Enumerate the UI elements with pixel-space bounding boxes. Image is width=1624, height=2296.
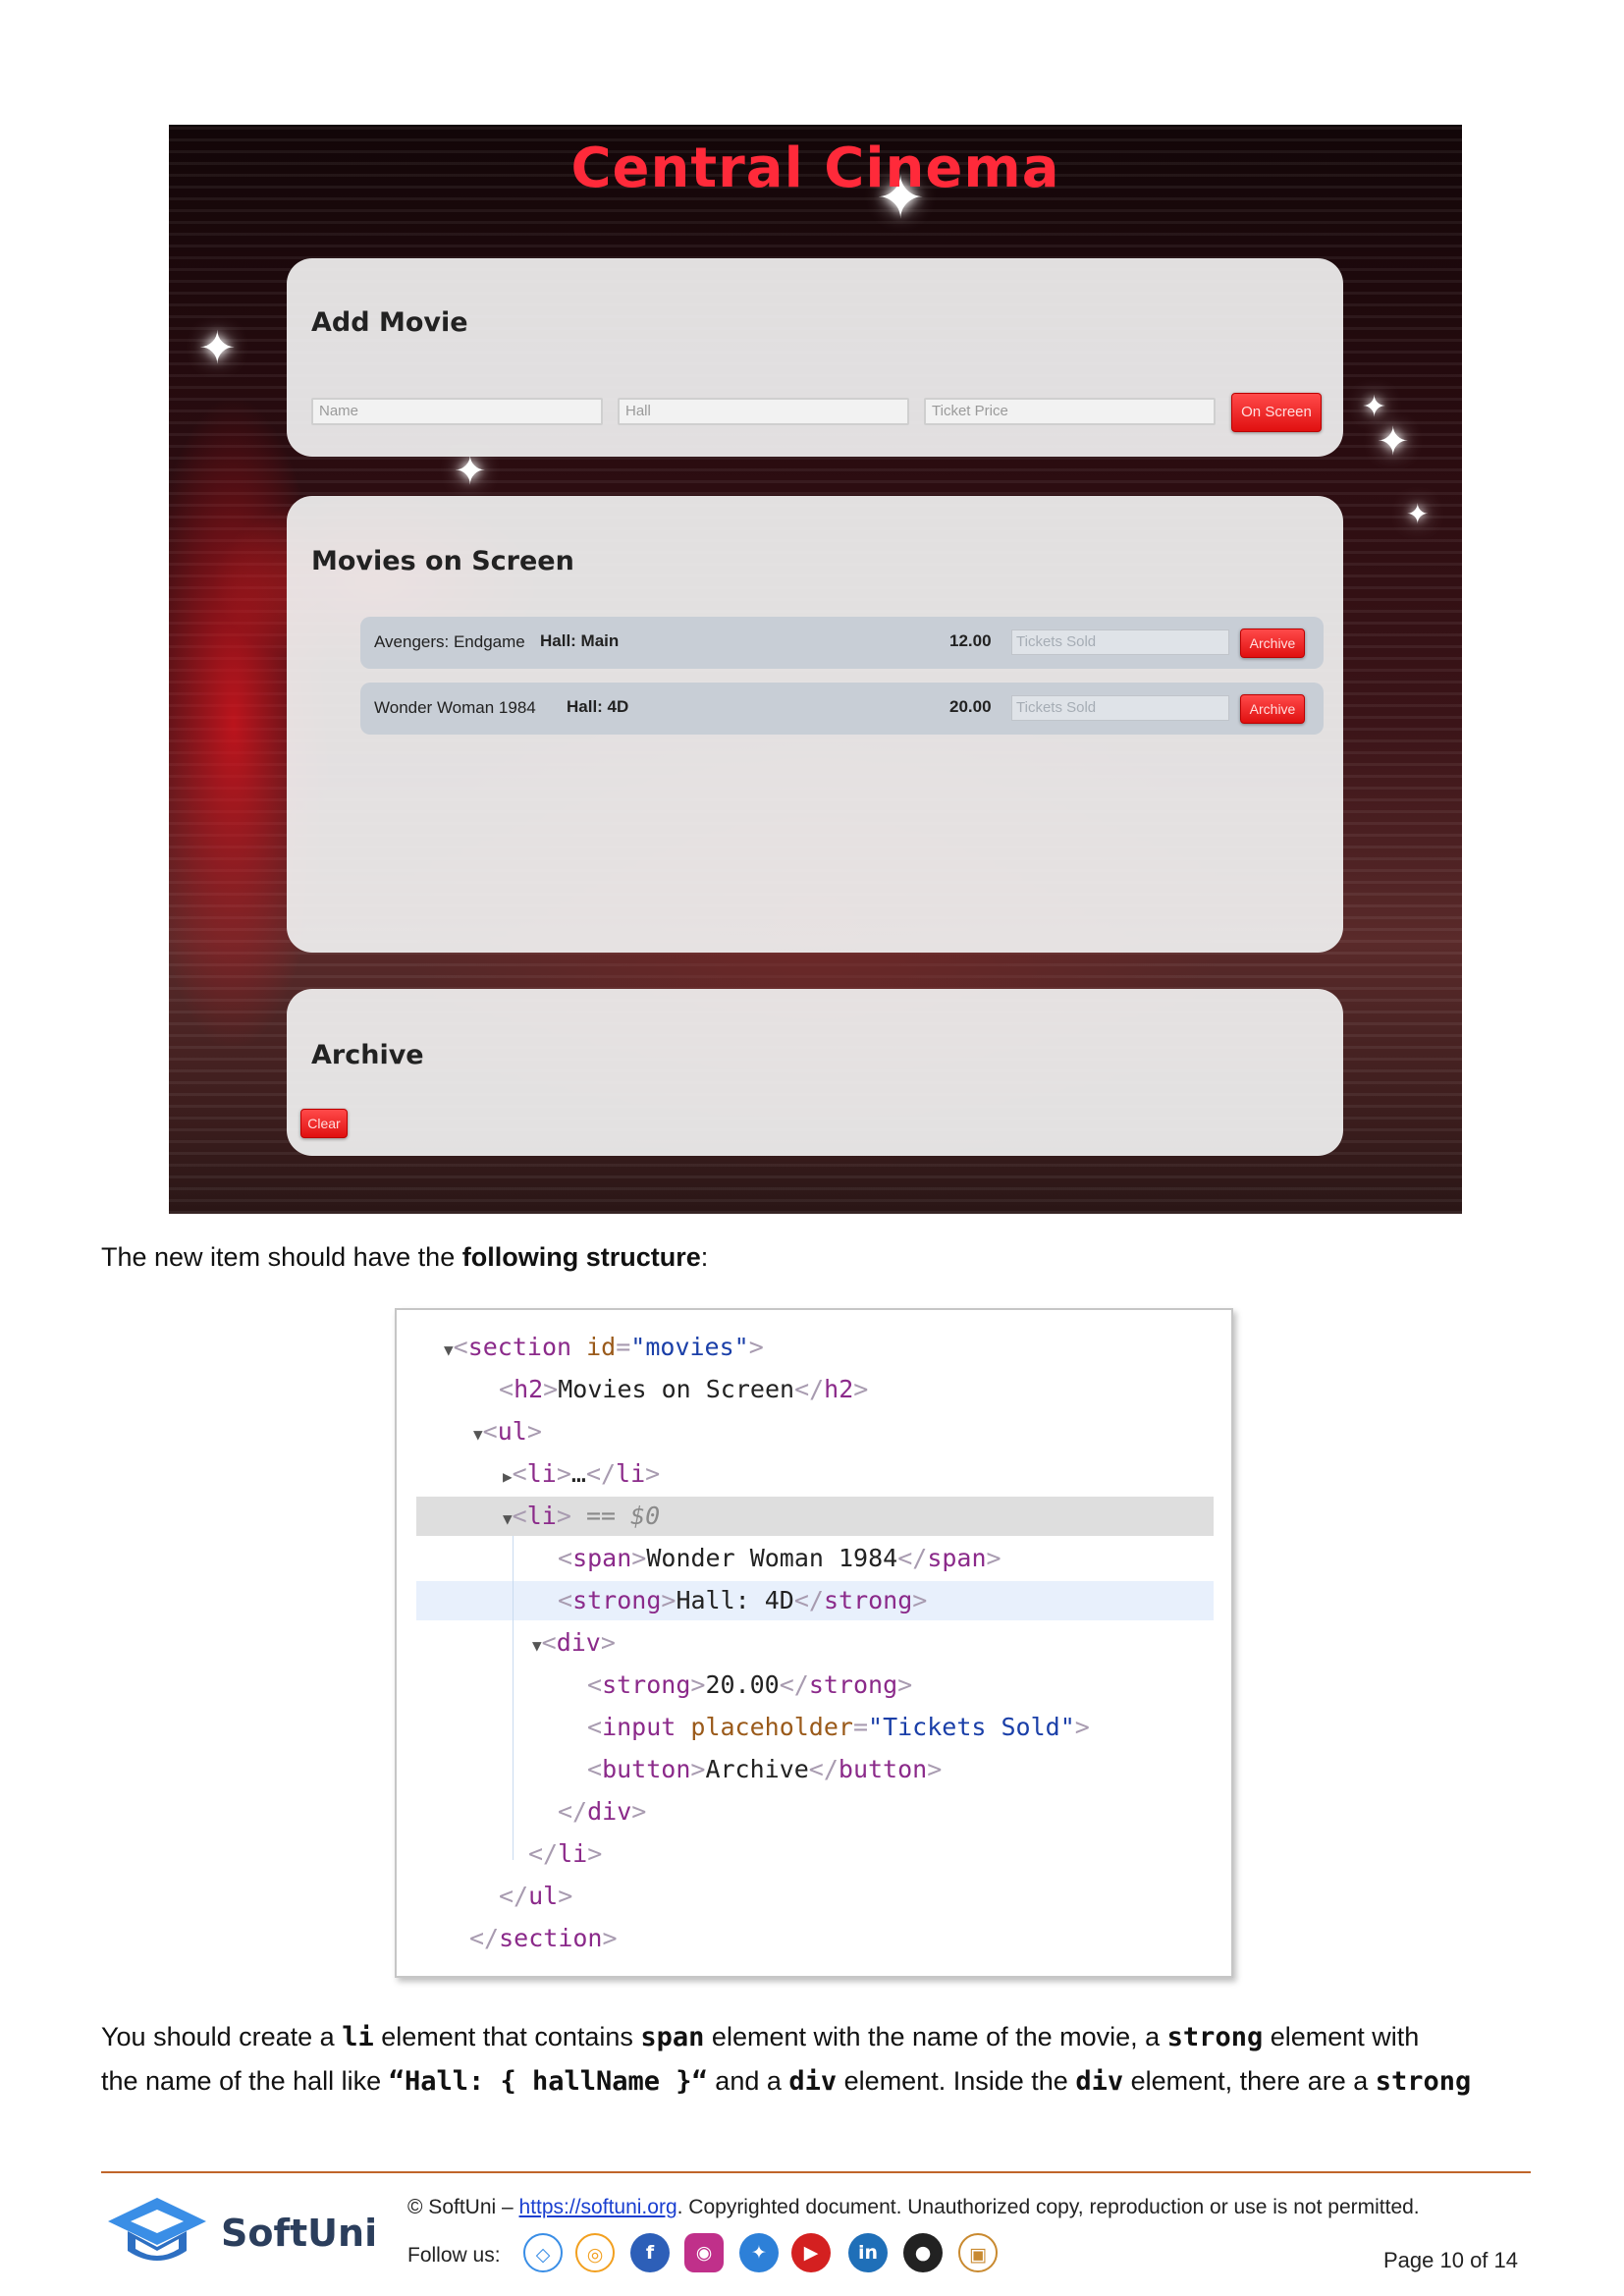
softuni-logo-text: SoftUni	[221, 2212, 378, 2255]
sparkle-icon: ✦	[198, 321, 237, 374]
twitter-icon[interactable]: ✦	[739, 2233, 779, 2272]
code-line-li-selected: ▼<li> == $0	[503, 1502, 661, 1530]
softuni-icon[interactable]: ◇	[523, 2233, 563, 2272]
code-line-div-close: </div>	[558, 1797, 647, 1826]
movie-price: 12.00	[949, 631, 992, 650]
guide-line	[513, 1536, 514, 1860]
movie-hall: Hall: Main	[540, 631, 620, 650]
code-line-div: ▼<div>	[532, 1628, 616, 1657]
linkedin-icon[interactable]: in	[848, 2233, 888, 2272]
movie-name: Avengers: Endgame	[374, 632, 525, 651]
footer-divider	[101, 2171, 1531, 2173]
tickets-sold-input[interactable]: Tickets Sold	[1011, 629, 1229, 655]
sparkle-icon: ✦	[1377, 419, 1410, 465]
sparkle-icon: ✦	[1362, 390, 1387, 424]
youtube-icon[interactable]: ▶	[791, 2233, 831, 2272]
sparkle-icon: ✦	[1406, 498, 1430, 530]
movie-name-input[interactable]: Name	[311, 398, 603, 425]
add-movie-panel: Add Movie Name Hall Ticket Price On Scre…	[287, 258, 1343, 457]
movie-name: Wonder Woman 1984	[374, 698, 536, 717]
instagram-icon[interactable]: ◉	[684, 2233, 724, 2272]
add-movie-heading: Add Movie	[311, 307, 468, 338]
code-line-strong-hall: <strong>Hall: 4D</strong>	[558, 1586, 928, 1614]
page-number: Page 10 of 14	[1383, 2248, 1519, 2272]
movie-row: Wonder Woman 1984 Hall: 4D 20.00 Tickets…	[360, 683, 1324, 735]
softuni-digital-icon[interactable]: ▣	[958, 2233, 998, 2272]
github-icon[interactable]: ●	[903, 2233, 943, 2272]
app-title: Central Cinema	[570, 137, 1060, 200]
movie-row: Avengers: Endgame Hall: Main 12.00 Ticke…	[360, 617, 1324, 669]
intro-paragraph: The new item should have the following s…	[101, 1235, 1535, 1279]
code-line-section-close: </section>	[469, 1924, 618, 1952]
movie-hall: Hall: 4D	[567, 697, 629, 716]
facebook-icon[interactable]: f	[630, 2233, 670, 2272]
on-screen-button[interactable]: On Screen	[1231, 393, 1322, 432]
movie-price: 20.00	[949, 697, 992, 716]
ticket-price-input[interactable]: Ticket Price	[924, 398, 1216, 425]
code-line-li-close: </li>	[528, 1839, 603, 1868]
movies-on-screen-panel: Movies on Screen Avengers: Endgame Hall:…	[287, 496, 1343, 953]
softuni-logo-icon	[108, 2198, 206, 2261]
hall-input[interactable]: Hall	[618, 398, 909, 425]
intro-bold-text: following structure	[461, 1242, 701, 1272]
intro-text: The new item should have the	[101, 1242, 462, 1272]
code-line-strong-price: <strong>20.00</strong>	[587, 1670, 913, 1699]
intro-colon: :	[700, 1242, 709, 1272]
code-line-li-collapsed: ▶<li>…</li>	[503, 1459, 661, 1488]
tickets-sold-input[interactable]: Tickets Sold	[1011, 695, 1229, 721]
copyright-text: © SoftUni – https://softuni.org. Copyrig…	[407, 2196, 1420, 2218]
code-line-ul: ▼<ul>	[473, 1417, 542, 1446]
expand-triangle-icon: ▼	[473, 1425, 483, 1444]
collapsed-triangle-icon: ▶	[503, 1467, 513, 1486]
code-line-h2: <h2>Movies on Screen</h2>	[499, 1375, 869, 1403]
softuni-link[interactable]: https://softuni.org	[519, 2196, 677, 2218]
expand-triangle-icon: ▼	[444, 1340, 454, 1359]
code-line-section: ▼<section id="movies">	[444, 1333, 764, 1361]
code-line-input: <input placeholder="Tickets Sold">	[587, 1713, 1090, 1741]
expand-triangle-icon: ▼	[532, 1636, 542, 1655]
softuni-logo: SoftUni	[103, 2190, 378, 2278]
archive-button[interactable]: Archive	[1240, 629, 1305, 658]
movies-on-screen-heading: Movies on Screen	[311, 546, 574, 576]
devtools-html-structure: ▼<section id="movies"> <h2>Movies on Scr…	[395, 1308, 1233, 1978]
code-line-button: <button>Archive</button>	[587, 1755, 943, 1783]
softuni-foundation-icon[interactable]: ◎	[575, 2233, 615, 2272]
description-paragraph: You should create a li element that cont…	[101, 2022, 1472, 2097]
follow-us-label: Follow us:	[407, 2244, 501, 2267]
clear-button[interactable]: Clear	[300, 1109, 348, 1138]
archive-heading: Archive	[311, 1040, 424, 1070]
archive-button[interactable]: Archive	[1240, 694, 1305, 724]
code-line-span: <span>Wonder Woman 1984</span>	[558, 1544, 1001, 1572]
cinema-app-screenshot: ✦ ✦ ✦ ✦ ✦ ✦ Central Cinema Add Movie Nam…	[169, 125, 1462, 1214]
code-line-ul-close: </ul>	[499, 1882, 573, 1910]
expand-triangle-icon: ▼	[503, 1509, 513, 1528]
archive-panel: Archive Clear	[287, 989, 1343, 1156]
